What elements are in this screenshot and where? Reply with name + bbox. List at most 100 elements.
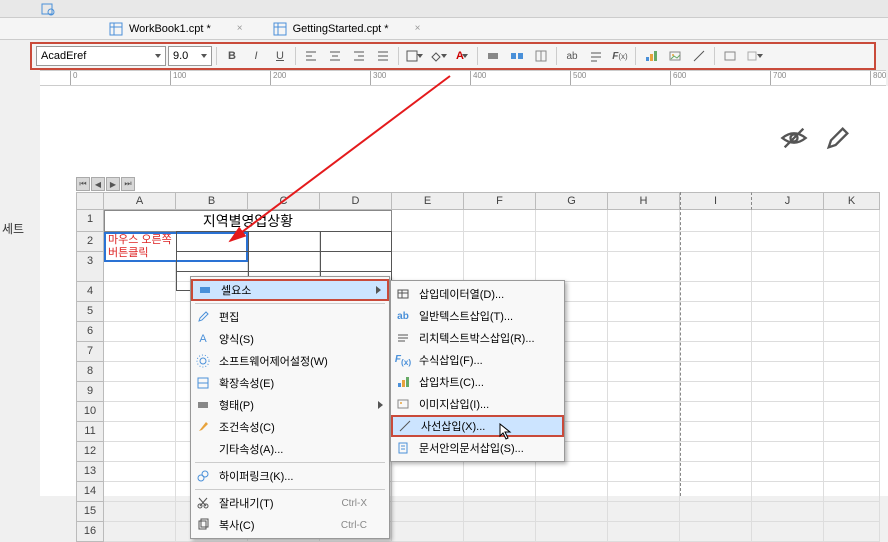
- cell[interactable]: [608, 482, 680, 502]
- submenu-cell-element[interactable]: 삽입데이터열(D)...ab일반텍스트삽입(T)...리치텍스트박스삽입(R).…: [390, 280, 565, 462]
- cell[interactable]: [104, 522, 176, 542]
- menu-item[interactable]: 이미지삽입(I)...: [391, 393, 564, 415]
- col-hdr-C[interactable]: C: [248, 192, 320, 210]
- row-hdr[interactable]: 4: [76, 282, 104, 302]
- cell[interactable]: [536, 482, 608, 502]
- cell[interactable]: [824, 422, 880, 442]
- cell[interactable]: [104, 462, 176, 482]
- cell[interactable]: [680, 382, 752, 402]
- cell[interactable]: [752, 282, 824, 302]
- menu-item[interactable]: 복사(C)Ctrl-C: [191, 514, 389, 536]
- row-hdr[interactable]: 1: [76, 210, 104, 232]
- cell[interactable]: [464, 482, 536, 502]
- cell[interactable]: [392, 502, 464, 522]
- cell[interactable]: [608, 342, 680, 362]
- menu-item[interactable]: 삽입데이터열(D)...: [391, 283, 564, 305]
- row-hdr[interactable]: 13: [76, 462, 104, 482]
- cell[interactable]: [608, 402, 680, 422]
- cell[interactable]: [392, 252, 464, 282]
- cell[interactable]: [608, 422, 680, 442]
- cell[interactable]: [464, 232, 536, 252]
- cell[interactable]: [536, 210, 608, 232]
- menu-item[interactable]: 사선삽입(X)...: [391, 415, 564, 437]
- more-button[interactable]: [743, 45, 765, 67]
- visibility-off-icon[interactable]: [780, 124, 808, 152]
- cell[interactable]: [464, 210, 536, 232]
- cell[interactable]: [608, 232, 680, 252]
- cell[interactable]: [680, 322, 752, 342]
- cell[interactable]: [320, 232, 392, 252]
- cell[interactable]: [824, 522, 880, 542]
- sheet-nav-prev[interactable]: ◀: [91, 177, 105, 191]
- row-hdr[interactable]: 12: [76, 442, 104, 462]
- cell[interactable]: [752, 442, 824, 462]
- cell[interactable]: [104, 302, 176, 322]
- cell[interactable]: [824, 442, 880, 462]
- col-hdr-A[interactable]: A: [104, 192, 176, 210]
- menu-item[interactable]: 하이퍼링크(K)...: [191, 465, 389, 487]
- preview-icon[interactable]: [40, 1, 56, 17]
- row-hdr[interactable]: 7: [76, 342, 104, 362]
- insert-text-button[interactable]: ab: [561, 45, 583, 67]
- cell[interactable]: [752, 210, 824, 232]
- cell[interactable]: [392, 482, 464, 502]
- col-hdr-H[interactable]: H: [608, 192, 680, 210]
- cell[interactable]: [536, 502, 608, 522]
- merge-cells-button[interactable]: [482, 45, 504, 67]
- insert-formula-button[interactable]: F(x): [609, 45, 631, 67]
- row-hdr[interactable]: 3: [76, 252, 104, 282]
- cell[interactable]: [752, 522, 824, 542]
- cell[interactable]: [608, 282, 680, 302]
- cell[interactable]: [680, 402, 752, 422]
- cell[interactable]: [752, 482, 824, 502]
- cell[interactable]: [752, 362, 824, 382]
- cell[interactable]: [608, 210, 680, 232]
- cell[interactable]: [824, 462, 880, 482]
- cell[interactable]: [680, 342, 752, 362]
- row-hdr[interactable]: 6: [76, 322, 104, 342]
- align-left-button[interactable]: [300, 45, 322, 67]
- menu-item[interactable]: 잘라내기(T)Ctrl-X: [191, 492, 389, 514]
- cell[interactable]: [752, 402, 824, 422]
- cell[interactable]: [104, 382, 176, 402]
- cell[interactable]: [752, 232, 824, 252]
- cell[interactable]: [824, 302, 880, 322]
- menu-item[interactable]: 확장속성(E): [191, 372, 389, 394]
- col-hdr-E[interactable]: E: [392, 192, 464, 210]
- cell[interactable]: [536, 232, 608, 252]
- align-justify-button[interactable]: [372, 45, 394, 67]
- sheet-nav-last[interactable]: ⏭: [121, 177, 135, 191]
- cell[interactable]: [608, 302, 680, 322]
- cell[interactable]: [824, 382, 880, 402]
- cell[interactable]: [464, 462, 536, 482]
- cell[interactable]: [536, 522, 608, 542]
- cell[interactable]: [752, 322, 824, 342]
- menu-item[interactable]: 셀요소: [191, 279, 389, 301]
- insert-diagonal-button[interactable]: [688, 45, 710, 67]
- underline-button[interactable]: U: [269, 45, 291, 67]
- close-icon[interactable]: ×: [237, 23, 243, 34]
- select-all-corner[interactable]: [76, 192, 104, 210]
- cell[interactable]: [104, 342, 176, 362]
- cell[interactable]: [104, 402, 176, 422]
- cell[interactable]: [608, 362, 680, 382]
- menu-item[interactable]: 문서안의문서삽입(S)...: [391, 437, 564, 459]
- align-center-button[interactable]: [324, 45, 346, 67]
- cell[interactable]: [752, 302, 824, 322]
- menu-item[interactable]: 형태(P): [191, 394, 389, 416]
- cell[interactable]: [824, 232, 880, 252]
- menu-item[interactable]: F(x)수식삽입(F)...: [391, 349, 564, 371]
- cell[interactable]: [104, 482, 176, 502]
- cell[interactable]: [608, 322, 680, 342]
- cell[interactable]: [536, 252, 608, 282]
- row-hdr[interactable]: 5: [76, 302, 104, 322]
- border-button[interactable]: [403, 45, 425, 67]
- merged-title-cell[interactable]: 지역별영업상황: [104, 210, 392, 232]
- row-hdr[interactable]: 11: [76, 422, 104, 442]
- cell[interactable]: [680, 442, 752, 462]
- merge-center-button[interactable]: [506, 45, 528, 67]
- cell[interactable]: [752, 342, 824, 362]
- cell[interactable]: [752, 252, 824, 282]
- col-hdr-G[interactable]: G: [536, 192, 608, 210]
- cell[interactable]: [680, 210, 752, 232]
